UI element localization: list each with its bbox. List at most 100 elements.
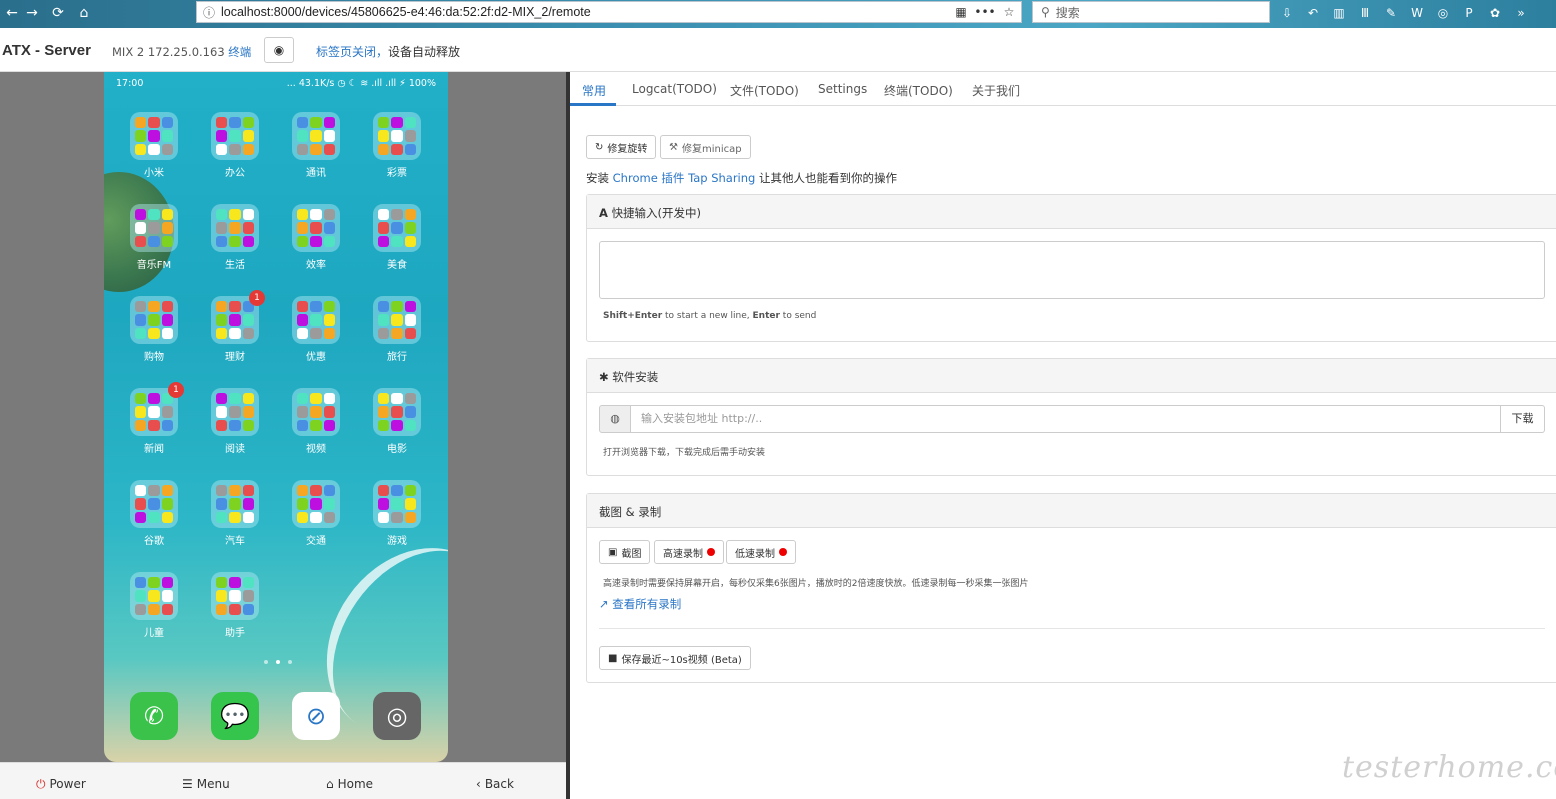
browser-compass-icon[interactable]: ⊘	[292, 692, 340, 740]
app-folder-icon[interactable]	[130, 296, 178, 344]
mini-app-icon	[216, 603, 228, 615]
section-divider	[599, 628, 1545, 629]
quick-input-panel: A 快捷输入(开发中) Shift+Enter to start a new l…	[586, 194, 1556, 342]
download-icon[interactable]: ⇩	[1278, 4, 1296, 22]
bookmark-star-icon[interactable]: ☆	[997, 5, 1021, 19]
forward-arrow-icon[interactable]: →	[22, 3, 42, 23]
slow-record-button[interactable]: 低速录制	[726, 540, 796, 564]
app-folder-icon[interactable]	[211, 572, 259, 620]
url-text[interactable]: localhost:8000/devices/45806625-e4:46:da…	[221, 5, 949, 19]
camera-app-icon[interactable]: ◎	[373, 692, 421, 740]
phone-app-icon[interactable]: ✆	[130, 692, 178, 740]
device-info: MIX 2 172.25.0.163 终端	[112, 44, 251, 60]
overflow-menu-icon[interactable]: »	[1512, 4, 1530, 22]
circle-extension-icon[interactable]: ◎	[1434, 4, 1452, 22]
undo-icon[interactable]: ↶	[1304, 4, 1322, 22]
app-folder-icon[interactable]	[130, 204, 178, 252]
mini-app-icon	[216, 314, 228, 326]
qr-code-icon[interactable]: ▦	[949, 5, 973, 19]
more-icon[interactable]: •••	[973, 5, 997, 19]
app-folder-icon[interactable]	[130, 572, 178, 620]
tab-terminal[interactable]: 终端(TODO)	[884, 82, 953, 99]
save-video-button[interactable]: ■ 保存最近~10s视频 (Beta)	[599, 646, 751, 670]
app-folder-icon[interactable]	[130, 112, 178, 160]
app-folder-label: 音乐FM	[136, 260, 172, 271]
app-folder-icon[interactable]	[292, 204, 340, 252]
app-folder-icon[interactable]	[373, 204, 421, 252]
mini-app-icon	[135, 117, 147, 129]
app-folder-icon[interactable]	[373, 112, 421, 160]
app-folder-icon[interactable]	[292, 296, 340, 344]
app-folder-icon[interactable]	[292, 480, 340, 528]
phone-screen[interactable]: 17:00 ... 43.1K/s ◷ ☾ ≋ .ıll .ıll ⚡ 100%…	[104, 72, 448, 762]
fox-extension-icon[interactable]: ✿	[1486, 4, 1504, 22]
app-folder-icon[interactable]	[211, 480, 259, 528]
library-icon[interactable]: Ⅲ	[1356, 4, 1374, 22]
power-button[interactable]: ⏻ Power	[36, 777, 86, 792]
menu-button[interactable]: ☰ Menu	[182, 777, 230, 791]
back-button[interactable]: ‹ Back	[476, 777, 514, 791]
screenshot-record-title: 截图 & 录制	[599, 505, 662, 519]
slow-record-label: 低速录制	[735, 548, 775, 560]
home-icon[interactable]: ⌂	[74, 3, 94, 23]
phone-status-bar: 17:00 ... 43.1K/s ◷ ☾ ≋ .ıll .ıll ⚡ 100%	[104, 72, 448, 94]
mini-app-icon	[378, 117, 390, 129]
fix-minicap-button[interactable]: ⚒ 修复minicap	[660, 135, 751, 159]
messages-app-icon[interactable]: 💬	[211, 692, 259, 740]
app-folder-icon[interactable]	[292, 112, 340, 160]
tab-files[interactable]: 文件(TODO)	[730, 82, 799, 99]
mini-app-icon	[242, 327, 254, 339]
fast-record-button[interactable]: 高速录制	[654, 540, 724, 564]
quick-input-textarea[interactable]	[599, 241, 1545, 299]
address-bar[interactable]: ⓘ localhost:8000/devices/45806625-e4:46:…	[196, 1, 1022, 23]
power-icon: ⏻	[36, 777, 46, 791]
ip-extension-icon[interactable]: P	[1460, 4, 1478, 22]
app-folder-icon[interactable]	[373, 480, 421, 528]
mini-app-icon	[161, 314, 173, 326]
quick-input-title: 快捷输入(开发中)	[611, 206, 702, 220]
tab-common[interactable]: 常用	[582, 82, 606, 99]
tab-about[interactable]: 关于我们	[972, 82, 1020, 99]
home-button[interactable]: ⌂ Home	[326, 777, 373, 791]
eye-icon: ◉	[273, 43, 285, 57]
mini-app-icon	[297, 117, 309, 129]
mini-app-icon	[161, 485, 173, 497]
mini-app-icon	[404, 314, 416, 326]
back-arrow-icon[interactable]: ←	[2, 3, 22, 23]
brand-title[interactable]: ATX - Server	[2, 42, 91, 59]
download-button[interactable]: 下载	[1501, 405, 1545, 433]
tab-settings[interactable]: Settings	[818, 82, 867, 96]
app-folder-icon[interactable]	[373, 296, 421, 344]
mini-app-icon	[148, 485, 160, 497]
app-folder-label: 购物	[144, 352, 164, 363]
app-folder-icon[interactable]	[211, 204, 259, 252]
tools-icon[interactable]: ✎	[1382, 4, 1400, 22]
view-records-link[interactable]: ↗ 查看所有录制	[599, 596, 681, 612]
fix-rotation-button[interactable]: ↻ 修复旋转	[586, 135, 657, 159]
mini-app-icon	[391, 485, 403, 497]
info-icon[interactable]: ⓘ	[197, 4, 221, 21]
app-folder-icon[interactable]	[292, 388, 340, 436]
app-folder-icon[interactable]	[211, 112, 259, 160]
word-extension-icon[interactable]: W	[1408, 4, 1426, 22]
app-folder-label: 办公	[225, 168, 245, 179]
app-folder-icon[interactable]	[130, 480, 178, 528]
mini-app-icon	[391, 235, 403, 247]
app-folder-icon[interactable]	[373, 388, 421, 436]
page-dot	[264, 660, 268, 664]
screenshot-button[interactable]: ▣ 截图	[599, 540, 651, 564]
eye-toggle-button[interactable]: ◉	[264, 37, 294, 63]
search-input[interactable]: ⚲ 搜索	[1032, 1, 1270, 23]
sidebar-icon[interactable]: ▥	[1330, 4, 1348, 22]
install-url-input[interactable]: 输入安装包地址 http://..	[631, 405, 1501, 433]
mini-app-icon	[404, 419, 416, 431]
app-folder-icon[interactable]	[211, 388, 259, 436]
tap-sharing-link[interactable]: Chrome 插件 Tap Sharing	[613, 171, 756, 185]
watermark: testerhome.com	[1342, 750, 1556, 785]
terminal-link[interactable]: 终端	[228, 45, 251, 59]
mini-app-icon	[242, 130, 254, 142]
mini-app-icon	[229, 393, 241, 405]
reload-icon[interactable]: ⟳	[48, 3, 68, 23]
tab-logcat[interactable]: Logcat(TODO)	[632, 82, 717, 96]
mini-app-icon	[161, 406, 173, 418]
